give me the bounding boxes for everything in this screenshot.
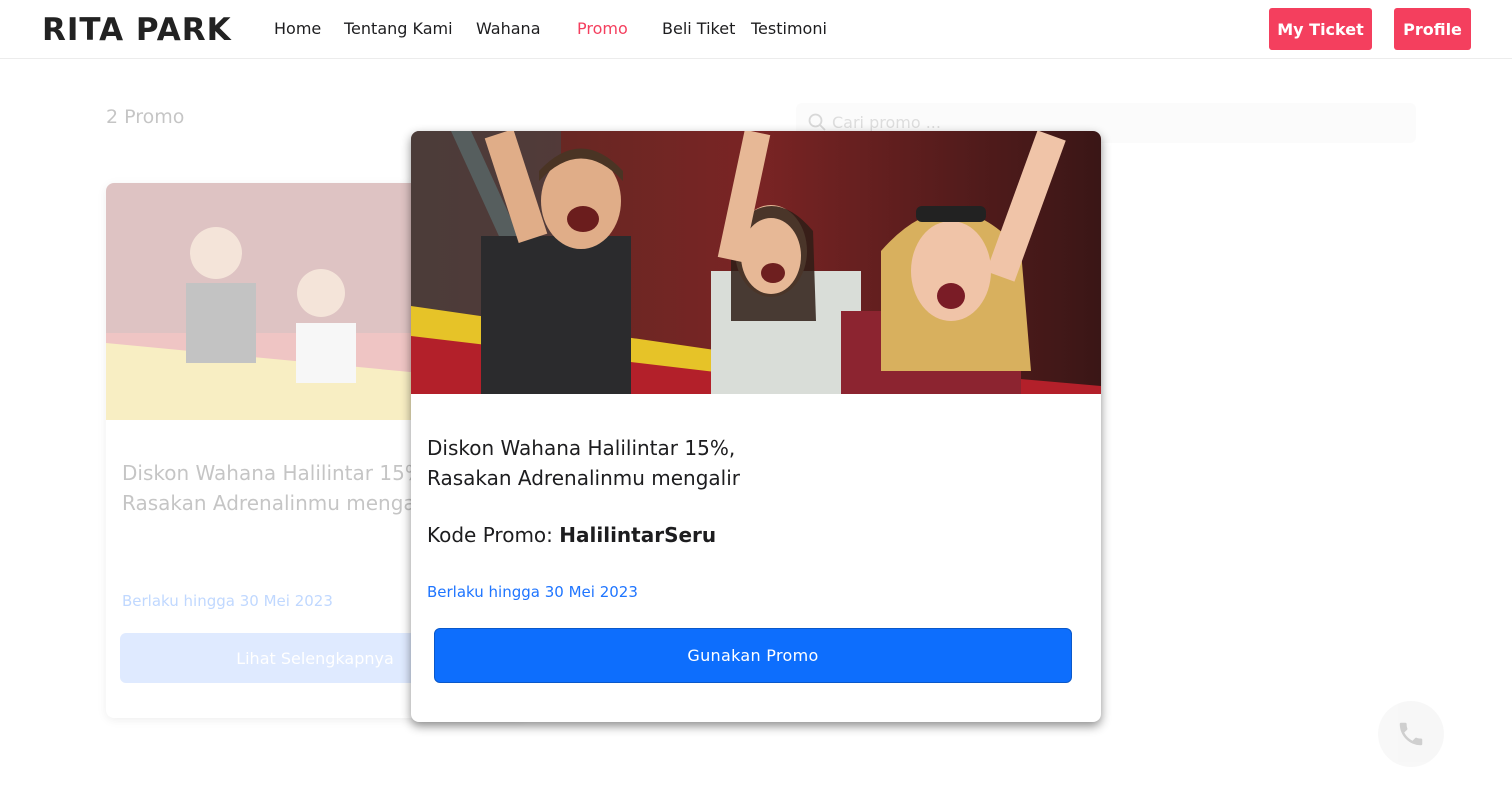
promo-title-line2: Rasakan Adrenalinmu mengalir (427, 466, 741, 490)
use-promo-button[interactable]: Gunakan Promo (434, 628, 1072, 683)
nav-beli-tiket[interactable]: Beli Tiket (662, 19, 735, 38)
phone-button[interactable] (1378, 701, 1444, 767)
promo-title-line1: Diskon Wahana Halilintar 15%, (427, 436, 736, 460)
nav-wahana[interactable]: Wahana (476, 19, 541, 38)
search-placeholder: Cari promo ... (832, 113, 941, 132)
promo-detail-modal: Diskon Wahana Halilintar 15%, Rasakan Ad… (411, 131, 1101, 722)
promo-photo (411, 131, 1101, 394)
promo-card-valid-until: Berlaku hingga 30 Mei 2023 (122, 592, 333, 610)
promo-code: Kode Promo: HalilintarSeru (427, 523, 716, 547)
promo-code-label: Kode Promo: (427, 523, 560, 547)
promo-count: 2 Promo (106, 106, 185, 128)
profile-button[interactable]: Profile (1394, 8, 1471, 50)
my-ticket-button[interactable]: My Ticket (1269, 8, 1372, 50)
brand-logo[interactable]: RITA PARK (42, 12, 232, 48)
nav-promo[interactable]: Promo (577, 19, 628, 38)
promo-title: Diskon Wahana Halilintar 15%, Rasakan Ad… (427, 433, 1087, 493)
nav-tentang-kami[interactable]: Tentang Kami (344, 19, 453, 38)
search-icon (808, 113, 826, 131)
promo-code-value: HalilintarSeru (559, 523, 717, 547)
nav-testimoni[interactable]: Testimoni (751, 19, 827, 38)
navbar: RITA PARK Home Tentang Kami Wahana Promo… (0, 0, 1512, 59)
phone-icon (1396, 719, 1426, 749)
nav-home[interactable]: Home (274, 19, 321, 38)
promo-valid-until: Berlaku hingga 30 Mei 2023 (427, 583, 638, 601)
